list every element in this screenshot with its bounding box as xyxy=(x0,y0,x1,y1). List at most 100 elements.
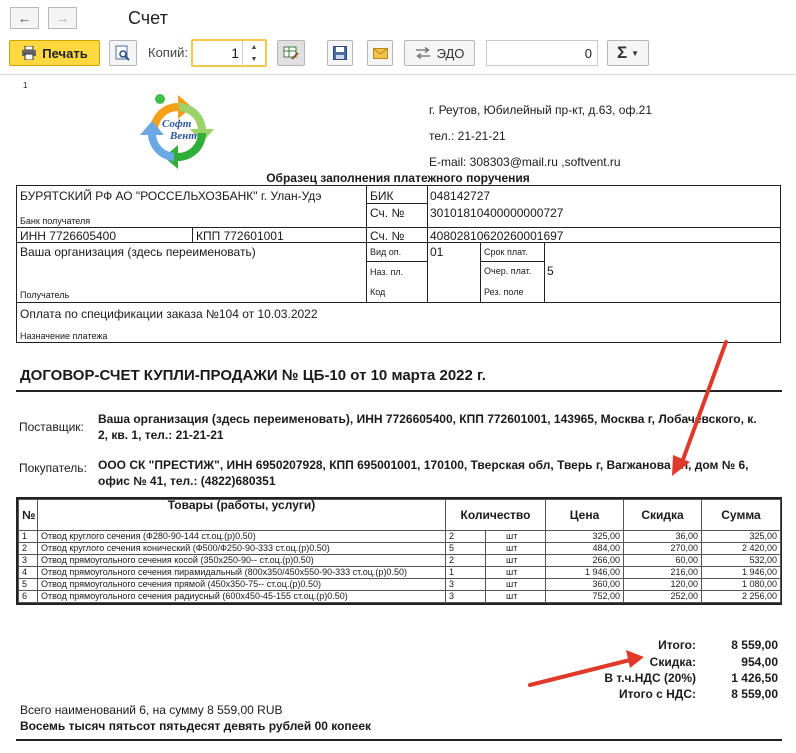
print-button-label: Печать xyxy=(42,45,88,61)
envelope-icon xyxy=(372,47,388,59)
spin-down-icon[interactable]: ▼ xyxy=(251,56,258,63)
corr-account-value: 30101810400000000727 xyxy=(430,206,564,220)
row-qty: 2 xyxy=(445,530,486,543)
total-with-vat-value: 8 559,00 xyxy=(731,687,778,701)
logo-text-1: Софт xyxy=(162,118,192,130)
total-value: 8 559,00 xyxy=(731,638,778,652)
col-header-goods: Товары (работы, услуги) xyxy=(37,499,446,531)
row-number: 6 xyxy=(18,590,38,603)
row-price: 1 946,00 xyxy=(545,566,624,579)
row-number: 4 xyxy=(18,566,38,579)
back-button[interactable]: ← xyxy=(10,7,39,29)
vid-op-label: Вид оп. xyxy=(370,247,402,257)
bik-value: 048142727 xyxy=(430,189,491,203)
sum-mode-dropdown[interactable]: Σ ▼ xyxy=(607,40,649,66)
items-count-text: Всего наименований 6, на сумму 8 559,00 … xyxy=(20,703,283,717)
bottom-rule xyxy=(16,739,782,741)
corr-account-label: Сч. № xyxy=(370,206,405,220)
edo-button-label: ЭДО xyxy=(436,45,465,61)
company-phone: тел.: 21-21-21 xyxy=(429,129,506,143)
vid-op-value: 01 xyxy=(430,245,444,259)
page-number: 1 xyxy=(23,81,28,90)
document-area[interactable]: 1 Софт Вент г. Реутов, Юбилейный пр-кт, … xyxy=(0,74,796,753)
row-qty: 1 xyxy=(445,566,486,579)
chevron-down-icon: ▼ xyxy=(631,48,640,58)
row-name: Отвод прямоугольного сечения прямой (450… xyxy=(37,578,446,591)
row-unit: шт xyxy=(485,542,546,555)
row-sum: 532,00 xyxy=(701,554,781,567)
row-price: 484,00 xyxy=(545,542,624,555)
arrow-left-icon: ← xyxy=(17,10,32,26)
row-unit: шт xyxy=(485,554,546,567)
payment-sample-title: Образец заполнения платежного поручения xyxy=(266,171,530,185)
rez-label: Рез. поле xyxy=(484,287,524,297)
row-unit: шт xyxy=(485,578,546,591)
printer-icon xyxy=(22,46,37,60)
sum-field[interactable]: 0 xyxy=(486,40,598,66)
discount-label: Скидка: xyxy=(649,655,696,669)
row-discount: 270,00 xyxy=(623,542,702,555)
row-sum: 2 256,00 xyxy=(701,590,781,603)
copies-spinner[interactable]: ▲ ▼ xyxy=(242,41,265,65)
table-row: 2 Отвод круглого сечения конический (Ф50… xyxy=(18,542,781,555)
email-button[interactable] xyxy=(367,40,393,66)
title-rule xyxy=(16,390,782,392)
row-number: 1 xyxy=(18,530,38,543)
spin-up-icon[interactable]: ▲ xyxy=(251,44,258,51)
row-price: 266,00 xyxy=(545,554,624,567)
items-table: № Товары (работы, услуги) Количество Цен… xyxy=(16,497,782,605)
row-number: 3 xyxy=(18,554,38,567)
row-qty: 3 xyxy=(445,590,486,603)
table-row: 3 Отвод прямоугольного сечения косой (35… xyxy=(18,554,781,567)
row-sum: 2 420,00 xyxy=(701,542,781,555)
preview-button[interactable] xyxy=(109,40,137,66)
row-name: Отвод прямоугольного сечения косой (350х… xyxy=(37,554,446,567)
table-row: 1 Отвод круглого сечения (Ф280-90-144 ст… xyxy=(18,530,781,543)
naz-label: Наз. пл. xyxy=(370,267,404,277)
kod-label: Код xyxy=(370,287,386,297)
bank-name: БУРЯТСКИЙ РФ АО "РОССЕЛЬХОЗБАНК" г. Улан… xyxy=(20,189,322,203)
contract-title: ДОГОВОР-СЧЕТ КУПЛИ-ПРОДАЖИ № ЦБ-10 от 10… xyxy=(20,367,486,384)
company-email: E-mail: 308303@mail.ru ,softvent.ru xyxy=(429,155,621,169)
row-price: 325,00 xyxy=(545,530,624,543)
row-discount: 36,00 xyxy=(623,530,702,543)
forward-button[interactable]: → xyxy=(48,7,77,29)
amount-in-words: Восемь тысяч пятьсот пятьдесят девять ру… xyxy=(20,719,372,733)
row-number: 5 xyxy=(18,578,38,591)
purpose-caption: Назначение платежа xyxy=(20,331,108,341)
copies-value: 1 xyxy=(231,45,239,61)
col-header-discount: Скидка xyxy=(623,499,702,531)
save-button[interactable] xyxy=(327,40,353,66)
edit-mode-button[interactable] xyxy=(277,40,305,66)
row-discount: 120,00 xyxy=(623,578,702,591)
ocher-value: 5 xyxy=(547,264,554,278)
print-button[interactable]: Печать xyxy=(9,40,100,66)
row-discount: 252,00 xyxy=(623,590,702,603)
table-edit-icon xyxy=(283,46,299,60)
col-header-number: № xyxy=(18,499,38,531)
col-header-sum: Сумма xyxy=(701,499,781,531)
edo-button[interactable]: ЭДО xyxy=(404,40,475,66)
account-value: 40802810620260001697 xyxy=(430,229,564,243)
sigma-icon: Σ xyxy=(616,43,628,62)
table-row: 4 Отвод прямоугольного сечения пирамидал… xyxy=(18,566,781,579)
bank-caption: Банк получателя xyxy=(20,216,91,226)
row-unit: шт xyxy=(485,590,546,603)
recipient-org: Ваша организация (здесь переименовать) xyxy=(20,245,256,259)
supplier-label: Поставщик: xyxy=(19,420,84,434)
row-name: Отвод круглого сечения конический (Ф500/… xyxy=(37,542,446,555)
buyer-label: Покупатель: xyxy=(19,461,87,475)
recipient-inn: ИНН 7726605400 xyxy=(20,229,117,243)
row-qty: 3 xyxy=(445,578,486,591)
table-row: 6 Отвод прямоугольного сечения радиусный… xyxy=(18,590,781,603)
copies-label: Копий: xyxy=(148,45,188,60)
buyer-text: ООО СК "ПРЕСТИЖ", ИНН 6950207928, КПП 69… xyxy=(98,458,749,488)
floppy-disk-icon xyxy=(333,46,347,60)
row-number: 2 xyxy=(18,542,38,555)
row-name: Отвод прямоугольного сечения радиусный (… xyxy=(37,590,446,603)
supplier-text: Ваша организация (здесь переименовать), … xyxy=(98,412,757,442)
row-price: 360,00 xyxy=(545,578,624,591)
row-qty: 2 xyxy=(445,554,486,567)
copies-input[interactable]: 1 ▲ ▼ xyxy=(191,39,267,67)
total-label: Итого: xyxy=(658,638,696,652)
